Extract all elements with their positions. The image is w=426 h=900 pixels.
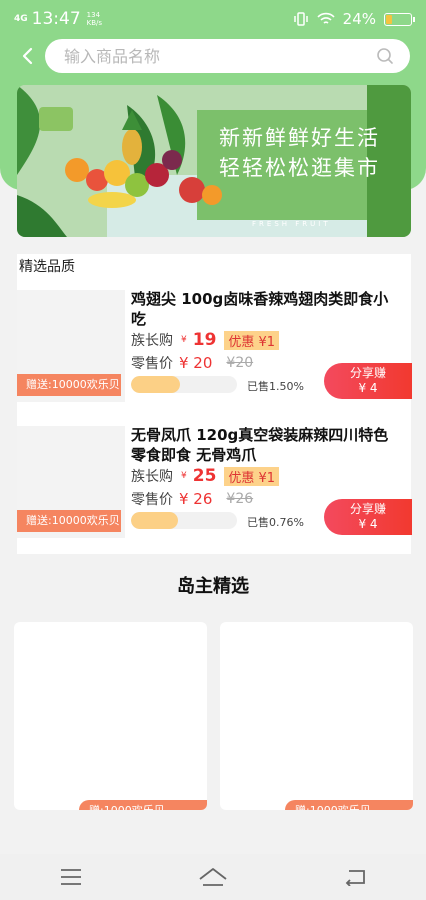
- share-earn-button[interactable]: 分享赚 ¥ 4: [324, 363, 412, 399]
- vibrate-icon: [293, 12, 308, 26]
- gift-badge: 赠:1000欢乐贝: [285, 800, 413, 810]
- status-time: 13:47: [31, 9, 81, 29]
- search-icon[interactable]: [376, 47, 394, 65]
- original-price: ¥20: [226, 355, 254, 371]
- gift-badge: 赠送:10000欢乐贝: [17, 374, 121, 396]
- retail-price-row: 零售价 ¥ 26 ¥26: [131, 489, 253, 509]
- original-price: ¥26: [226, 491, 254, 507]
- share-earn-button[interactable]: 分享赚 ¥ 4: [324, 499, 412, 535]
- product-item[interactable]: 赠送:10000欢乐贝 鸡翅尖 100g卤味香辣鸡翅肉类即食小吃 族长购 ¥ 1…: [17, 289, 412, 402]
- discount-badge: 优惠 ¥1: [224, 330, 280, 350]
- share-amount: ¥ 4: [358, 381, 378, 395]
- home-icon: [199, 868, 227, 886]
- island-product-card[interactable]: 赠:1000欢乐贝: [220, 622, 413, 810]
- return-icon: [345, 870, 365, 886]
- retail-price-row: 零售价 ¥ 20 ¥20: [131, 353, 253, 373]
- share-label: 分享赚: [349, 366, 386, 380]
- sales-progress-bar: [131, 512, 237, 529]
- system-nav-bar: [0, 854, 426, 900]
- featured-title: 精选品质: [19, 259, 75, 275]
- product-name[interactable]: 无骨凤爪 120g真空袋装麻辣四川特色零食即食 无骨鸡爪: [131, 425, 401, 465]
- battery-percent: 24%: [342, 10, 376, 28]
- retail-price: ¥ 26: [179, 490, 213, 508]
- banner-fresh-text: FRESH FRUIT: [252, 220, 331, 228]
- product-item[interactable]: 赠送:10000欢乐贝 无骨凤爪 120g真空袋装麻辣四川特色零食即食 无骨鸡爪…: [17, 425, 412, 538]
- leader-price: 19: [192, 330, 217, 350]
- yen-symbol: ¥: [181, 335, 187, 345]
- island-section-title: 岛主精选: [177, 576, 249, 597]
- menu-button[interactable]: [51, 862, 91, 892]
- status-bar: 4G 13:47 134 KB/s 24%: [0, 0, 426, 38]
- sold-percent: 已售1.50%: [247, 380, 304, 393]
- product-name[interactable]: 鸡翅尖 100g卤味香辣鸡翅肉类即食小吃: [131, 289, 401, 329]
- retail-label: 零售价: [131, 356, 173, 372]
- gift-badge: 赠送:10000欢乐贝: [17, 510, 121, 532]
- sold-percent: 已售0.76%: [247, 516, 304, 529]
- leader-label: 族长购: [131, 333, 173, 349]
- share-amount: ¥ 4: [358, 517, 378, 531]
- search-input[interactable]: [64, 46, 376, 66]
- banner-line-1: 新新鲜鲜好生活: [219, 126, 380, 150]
- wifi-icon: [317, 12, 335, 24]
- discount-badge: 优惠 ¥1: [224, 466, 280, 486]
- leader-label: 族长购: [131, 469, 173, 485]
- retail-price: ¥ 20: [179, 354, 213, 372]
- signal-label: 4G: [14, 13, 28, 24]
- island-product-card[interactable]: 赠:1000欢乐贝: [14, 622, 207, 810]
- sales-progress-bar: [131, 376, 237, 393]
- net-speed: 134 KB/s: [86, 11, 103, 27]
- battery-icon: [384, 12, 415, 26]
- search-bar[interactable]: [45, 39, 410, 73]
- top-bar: [0, 38, 426, 74]
- home-button[interactable]: [193, 862, 233, 892]
- gift-badge: 赠:1000欢乐贝: [79, 800, 207, 810]
- banner-line-2: 轻轻松松逛集市: [219, 156, 380, 180]
- retail-label: 零售价: [131, 492, 173, 508]
- leader-price-row: 族长购 ¥ 19 优惠 ¥1: [131, 330, 280, 350]
- menu-icon: [61, 869, 81, 885]
- yen-symbol: ¥: [181, 471, 187, 481]
- leader-price-row: 族长购 ¥ 25 优惠 ¥1: [131, 466, 280, 486]
- leader-price: 25: [192, 466, 217, 486]
- promo-banner[interactable]: 新新鲜鲜好生活 轻轻松松逛集市 FRESH FRUIT: [17, 85, 411, 237]
- featured-section: 精选品质 赠送:10000欢乐贝 鸡翅尖 100g卤味香辣鸡翅肉类即食小吃 族长…: [17, 254, 412, 554]
- back-button[interactable]: [335, 862, 375, 892]
- back-arrow-icon[interactable]: [16, 44, 40, 68]
- share-label: 分享赚: [349, 502, 386, 516]
- banner-slogan: 新新鲜鲜好生活 轻轻松松逛集市: [219, 123, 380, 183]
